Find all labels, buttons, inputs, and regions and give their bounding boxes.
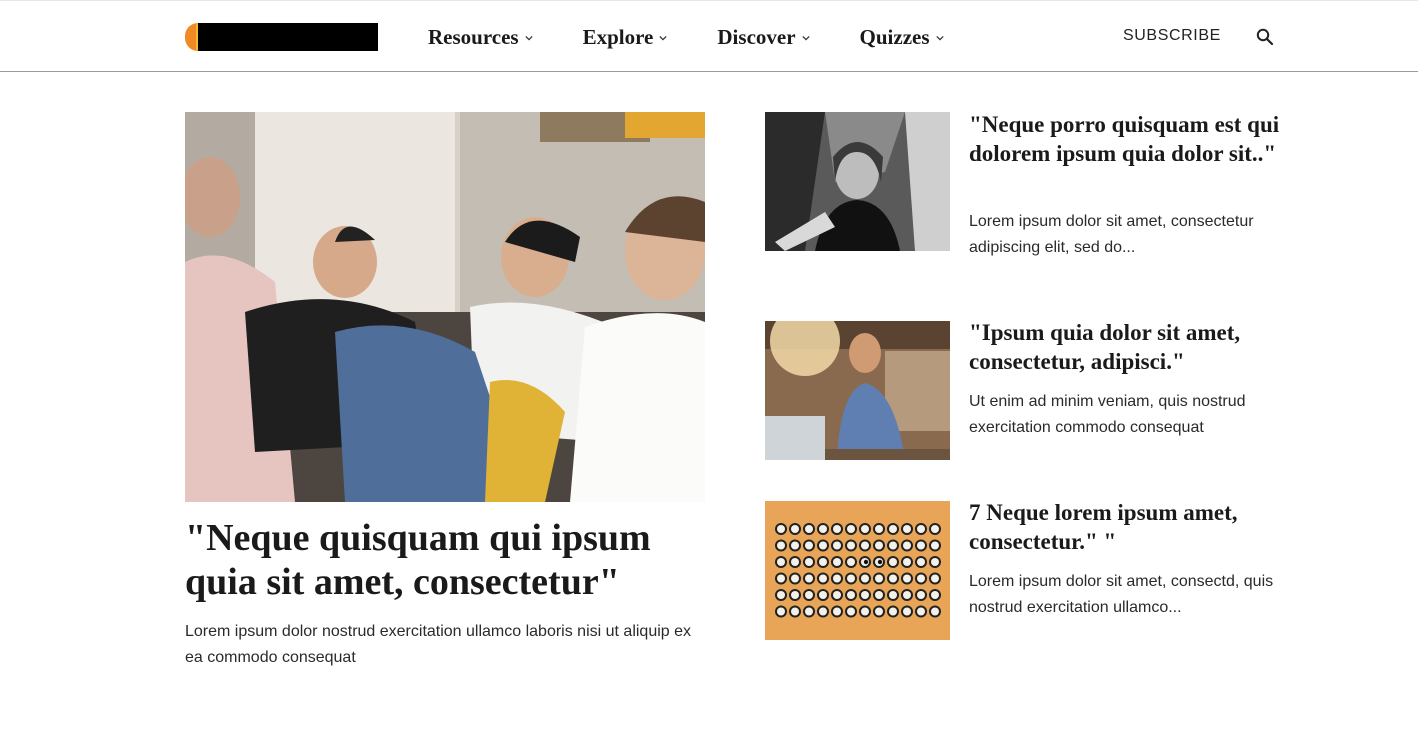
man-sunlit-photo [765,321,950,460]
article-description-3: Lorem ipsum dolor sit amet, consectd, qu… [969,573,1274,616]
site-logo[interactable] [185,23,378,51]
main-nav: Resources Explore Discover Quizzes [428,1,994,73]
nav-item-discover[interactable]: Discover [717,24,810,50]
nav-item-quizzes[interactable]: Quizzes [860,25,944,50]
chevron-down-icon [659,35,668,41]
logo-wordmark-redacted [198,23,378,51]
featured-article-image[interactable] [185,112,705,502]
subscribe-link[interactable]: SUBSCRIBE [1123,27,1221,45]
group-of-friends-photo [185,112,705,502]
article-title-1[interactable]: "Neque porro quisquam est qui dolorem ip… [969,110,1289,168]
eyes-pattern-illustration [765,501,950,640]
nav-item-explore[interactable]: Explore [583,25,668,50]
site-header: Resources Explore Discover Quizzes SUBSC… [0,0,1418,72]
nav-item-label: Discover [717,24,796,49]
nav-item-label: Quizzes [859,24,930,49]
article-image-3[interactable] [765,501,950,640]
article-image-2[interactable] [765,321,950,460]
chevron-down-icon [801,35,810,41]
article-title-3[interactable]: 7 Neque lorem ipsum amet, consectetur." … [969,498,1289,556]
article-description-2: Ut enim ad minim veniam, quis nostrud ex… [969,393,1246,436]
woman-portrait-bw-photo [765,112,950,251]
nav-item-resources[interactable]: Resources [428,25,533,50]
article-image-1[interactable] [765,112,950,251]
article-title-2[interactable]: "Ipsum quia dolor sit amet, consectetur,… [969,318,1289,376]
nav-item-label: Explore [582,24,654,49]
featured-article-description: Lorem ipsum dolor nostrud exercitation u… [185,623,692,666]
featured-article-title[interactable]: "Neque quisquam qui ipsum quia sit amet,… [185,516,725,604]
search-icon[interactable] [1256,28,1274,46]
chevron-down-icon [935,35,944,41]
nav-item-label: Resources [428,24,519,49]
article-description-1: Lorem ipsum dolor sit amet, consectetur … [969,213,1254,256]
chevron-down-icon [524,35,533,41]
